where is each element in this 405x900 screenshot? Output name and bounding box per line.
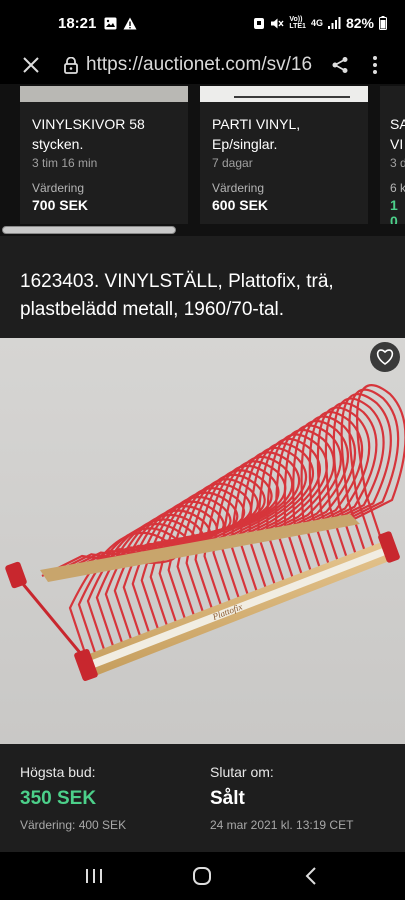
valuation-text: Värdering: 400 SEK (20, 818, 127, 832)
card-thumbnail (380, 86, 405, 102)
card-valuation: 600 SEK (212, 197, 269, 213)
status-bar: 18:21 Vo)) LTE1 4G 82% (0, 0, 405, 46)
card-title: SA VI (390, 116, 405, 152)
card-time-left: 3 tim 16 min (32, 156, 98, 170)
mute-icon (271, 18, 284, 28)
highest-bid-label: Högsta bud: (20, 764, 96, 780)
url-field[interactable]: https://auctionet.com/sv/16 (86, 54, 314, 76)
ends-date: 24 mar 2021 kl. 13:19 CET (210, 818, 354, 832)
overflow-menu-button[interactable] (360, 55, 390, 75)
recent-apps-button[interactable] (74, 856, 114, 896)
alarm-icon (254, 18, 265, 29)
status-time: 18:21 (58, 14, 97, 32)
network-lte: LTE1 (289, 23, 306, 30)
bid-summary: Högsta bud: 350 SEK Värdering: 400 SEK S… (0, 744, 405, 852)
item-title: 1623403. VINYLSTÄLL, Plattofix, trä, pla… (20, 271, 334, 320)
share-icon (332, 57, 348, 73)
card-title: PARTI VINYL, Ep/singlar. (212, 116, 301, 152)
heart-icon (376, 349, 394, 365)
related-items-carousel[interactable]: VINYLSKIVOR 58 stycken. 3 tim 16 min Vär… (0, 84, 405, 236)
card-thumbnail (200, 86, 368, 102)
highest-bid-column: Högsta bud: 350 SEK Värdering: 400 SEK (20, 764, 126, 832)
battery-icon (379, 16, 387, 30)
card-title: VINYLSKIVOR 58 stycken. (32, 116, 145, 152)
close-tab-button[interactable] (0, 46, 62, 84)
card-valuation-label: Värdering (212, 181, 265, 195)
lock-icon[interactable] (62, 56, 80, 74)
back-button[interactable] (291, 856, 331, 896)
signal-icon (327, 17, 341, 29)
highest-bid-value: 350 SEK (20, 788, 97, 809)
card-thumbnail (20, 86, 188, 102)
ends-value: Sålt (210, 788, 245, 809)
record-rack-illustration: Plattofix (5, 384, 405, 681)
gallery-icon (104, 17, 117, 29)
carousel-card[interactable]: SA VI 3 d 6 k 1 0 (380, 86, 405, 229)
carousel-card[interactable]: PARTI VINYL, Ep/singlar. 7 dagar Värderi… (200, 86, 368, 226)
favorite-button[interactable] (370, 342, 400, 372)
network-gen: 4G (310, 18, 323, 28)
share-button[interactable] (320, 56, 360, 74)
system-nav-bar (0, 852, 405, 900)
card-valuation-label: 6 k (390, 181, 405, 195)
card-valuation-label: Värdering (32, 181, 85, 195)
ends-label: Slutar om: (210, 764, 274, 780)
close-icon (23, 57, 39, 73)
more-vert-icon (373, 56, 377, 74)
card-time-left: 7 dagar (212, 156, 253, 170)
card-time-left: 3 d (390, 156, 405, 170)
back-icon (305, 867, 316, 885)
warning-icon (123, 17, 137, 29)
network-volte: Vo)) (289, 16, 303, 23)
battery-percent: 82% (345, 15, 374, 31)
carousel-scrollbar[interactable] (0, 224, 405, 234)
home-button[interactable] (182, 856, 222, 896)
product-image[interactable]: Plattofix (0, 338, 405, 744)
carousel-card[interactable]: VINYLSKIVOR 58 stycken. 3 tim 16 min Vär… (20, 86, 188, 226)
browser-toolbar: https://auctionet.com/sv/16 (0, 46, 405, 84)
card-valuation: 700 SEK (32, 197, 89, 213)
ends-column: Slutar om: Sålt 24 mar 2021 kl. 13:19 CE… (210, 764, 353, 832)
home-icon (193, 867, 212, 885)
carousel-scroll-thumb[interactable] (2, 226, 176, 234)
item-title-section: 1623403. VINYLSTÄLL, Plattofix, trä, pla… (0, 236, 405, 338)
recent-apps-icon (86, 869, 103, 883)
